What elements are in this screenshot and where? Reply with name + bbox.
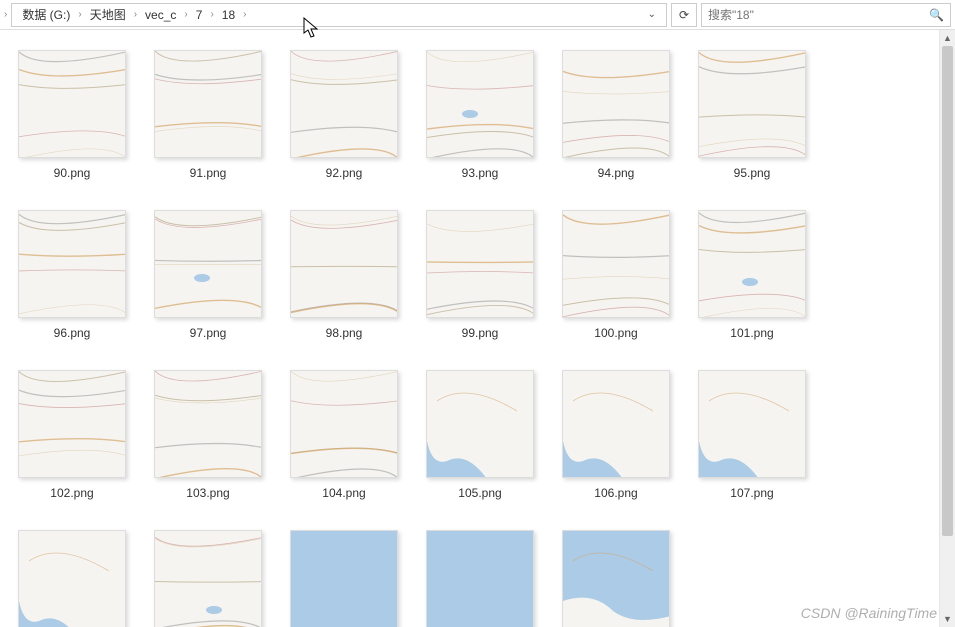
search-input[interactable] [708, 8, 929, 22]
file-thumbnail [698, 50, 806, 158]
file-name-label: 107.png [730, 486, 773, 500]
file-thumbnail [18, 370, 126, 478]
file-thumbnail [154, 50, 262, 158]
file-name-label: 99.png [462, 326, 499, 340]
file-item[interactable]: 97.png [154, 210, 262, 340]
file-thumbnail [562, 370, 670, 478]
file-thumbnail [154, 210, 262, 318]
chevron-right-icon: › [78, 9, 81, 20]
file-name-label: 95.png [734, 166, 771, 180]
file-name-label: 96.png [54, 326, 91, 340]
breadcrumb-item[interactable]: 18 [218, 6, 239, 24]
file-name-label: 91.png [190, 166, 227, 180]
file-name-label: 93.png [462, 166, 499, 180]
breadcrumb: 数据 (G:)›天地图›vec_c›7›18› [18, 4, 246, 25]
file-item[interactable] [562, 530, 670, 627]
file-thumbnail [426, 50, 534, 158]
chevron-right-icon: › [210, 9, 213, 20]
file-thumbnail [562, 530, 670, 627]
file-name-label: 103.png [186, 486, 229, 500]
file-item[interactable]: 107.png [698, 370, 806, 500]
file-item[interactable]: 100.png [562, 210, 670, 340]
file-thumbnail [18, 210, 126, 318]
scrollbar[interactable]: ▲ ▼ [939, 30, 955, 627]
file-item[interactable]: 101.png [698, 210, 806, 340]
chevron-down-icon[interactable]: ⌄ [644, 9, 660, 20]
file-thumbnail [290, 210, 398, 318]
refresh-button[interactable]: ⟳ [671, 3, 697, 27]
breadcrumb-item[interactable]: 天地图 [86, 4, 130, 25]
file-thumbnail [18, 50, 126, 158]
scroll-down-button[interactable]: ▼ [940, 611, 955, 627]
file-item[interactable]: 110.png [290, 530, 398, 627]
breadcrumb-ellipsis: › [4, 9, 7, 20]
file-item[interactable]: 109.png [154, 530, 262, 627]
address-bar[interactable]: 数据 (G:)›天地图›vec_c›7›18› ⌄ [11, 3, 667, 27]
file-name-label: 101.png [730, 326, 773, 340]
file-thumbnail [426, 210, 534, 318]
toolbar: › 数据 (G:)›天地图›vec_c›7›18› ⌄ ⟳ 🔍 [0, 0, 955, 30]
file-name-label: 104.png [322, 486, 365, 500]
scroll-thumb[interactable] [942, 46, 953, 536]
file-item[interactable]: 94.png [562, 50, 670, 180]
file-item[interactable]: 102.png [18, 370, 126, 500]
file-item[interactable]: 92.png [290, 50, 398, 180]
scroll-up-button[interactable]: ▲ [940, 30, 955, 46]
refresh-icon: ⟳ [679, 8, 689, 22]
file-item[interactable]: 108.png [18, 530, 126, 627]
file-name-label: 105.png [458, 486, 501, 500]
breadcrumb-item[interactable]: 7 [192, 6, 207, 24]
file-item[interactable]: 95.png [698, 50, 806, 180]
file-name-label: 102.png [50, 486, 93, 500]
file-item[interactable]: 104.png [290, 370, 398, 500]
file-item[interactable]: 90.png [18, 50, 126, 180]
file-item[interactable]: 103.png [154, 370, 262, 500]
file-thumbnail [18, 530, 126, 627]
file-item[interactable]: 96.png [18, 210, 126, 340]
file-name-label: 97.png [190, 326, 227, 340]
file-item[interactable]: 106.png [562, 370, 670, 500]
file-name-label: 106.png [594, 486, 637, 500]
breadcrumb-item[interactable]: 数据 (G:) [18, 4, 74, 25]
file-thumbnail [290, 530, 398, 627]
file-item[interactable]: 93.png [426, 50, 534, 180]
file-name-label: 92.png [326, 166, 363, 180]
file-name-label: 90.png [54, 166, 91, 180]
file-thumbnail [426, 530, 534, 627]
file-thumbnail [698, 370, 806, 478]
file-thumbnail [698, 210, 806, 318]
search-icon[interactable]: 🔍 [929, 8, 944, 22]
file-item[interactable]: 105.png [426, 370, 534, 500]
file-name-label: 94.png [598, 166, 635, 180]
search-box[interactable]: 🔍 [701, 3, 951, 27]
file-name-label: 98.png [326, 326, 363, 340]
file-thumbnail [426, 370, 534, 478]
file-thumbnail [562, 50, 670, 158]
breadcrumb-item[interactable]: vec_c [141, 6, 180, 24]
chevron-right-icon: › [243, 9, 246, 20]
chevron-right-icon: › [184, 9, 187, 20]
file-thumbnail [154, 530, 262, 627]
file-item[interactable]: 98.png [290, 210, 398, 340]
file-thumbnail [290, 50, 398, 158]
file-thumbnail [562, 210, 670, 318]
chevron-right-icon: › [134, 9, 137, 20]
file-item[interactable]: 99.png [426, 210, 534, 340]
file-thumbnail [290, 370, 398, 478]
file-thumbnail [154, 370, 262, 478]
file-grid: 90.png 91.png 92.png 93.png 94.png 95.png 96.p… [0, 30, 939, 627]
file-item[interactable] [426, 530, 534, 627]
file-item[interactable]: 91.png [154, 50, 262, 180]
file-name-label: 100.png [594, 326, 637, 340]
